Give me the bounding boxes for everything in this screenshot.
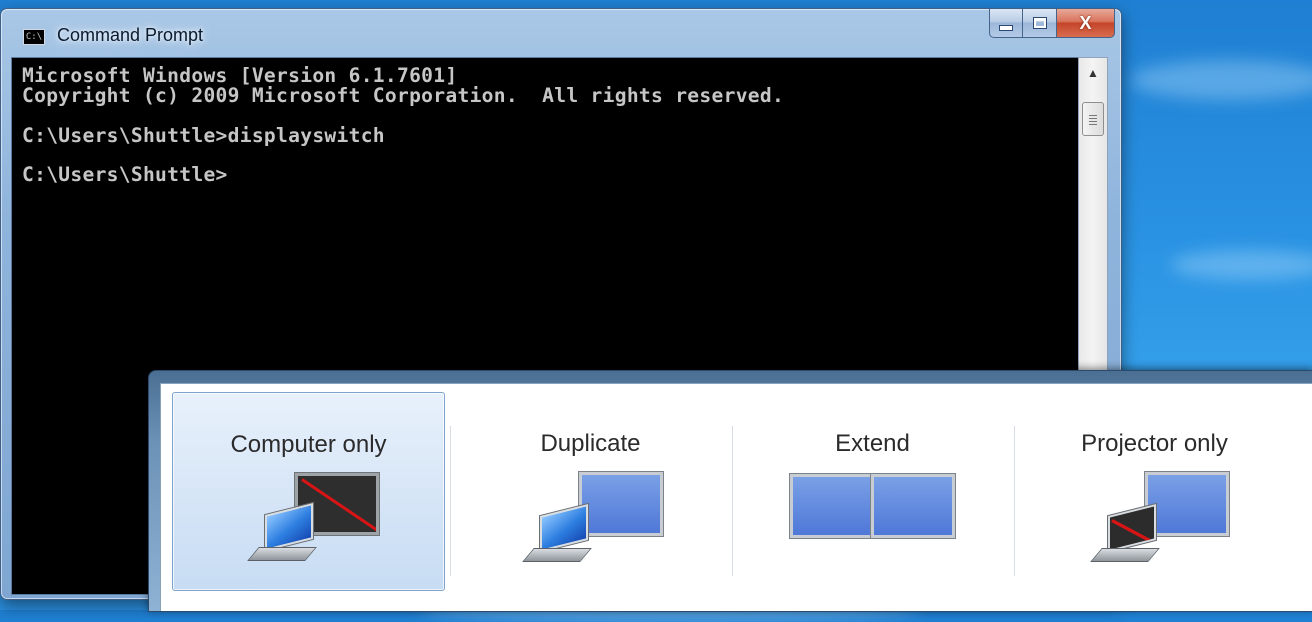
laptop-base: [1090, 548, 1160, 562]
option-projector-only[interactable]: Projector only: [1018, 392, 1291, 591]
monitor-left-icon: [789, 473, 875, 539]
maximize-icon: [1032, 17, 1047, 29]
console-prompt-line: C:\Users\Shuttle>: [22, 163, 228, 186]
option-label: Projector only: [1081, 430, 1228, 457]
external-monitor-icon: [578, 471, 664, 537]
desktop-light-streak: [1130, 60, 1312, 100]
desktop-light-streak: [1170, 250, 1312, 280]
minimize-button[interactable]: [989, 9, 1023, 38]
scroll-thumb[interactable]: [1082, 102, 1104, 136]
external-monitor-icon: [1144, 471, 1230, 537]
separator: [732, 426, 733, 576]
option-extend[interactable]: Extend: [736, 392, 1009, 591]
console-line: Microsoft Windows [Version 6.1.7601]: [22, 64, 458, 87]
display-switch-panel: Computer only Duplicate Extend Projector…: [160, 383, 1312, 611]
console-app-icon[interactable]: C:\: [23, 29, 45, 45]
separator: [1014, 426, 1015, 576]
window-title: Command Prompt: [57, 25, 204, 45]
option-label: Duplicate: [540, 430, 641, 457]
separator: [450, 426, 451, 576]
laptop-icon: [264, 501, 314, 553]
title-bar[interactable]: C:\ Command Prompt X: [1, 9, 1121, 55]
minimize-icon: [999, 25, 1013, 31]
caption-buttons: X: [989, 9, 1115, 39]
close-button[interactable]: X: [1057, 9, 1115, 38]
display-switch-flyout: Computer only Duplicate Extend Projector…: [148, 370, 1312, 612]
close-icon: X: [1079, 12, 1092, 33]
laptop-base: [522, 548, 592, 562]
laptop-off-icon: [1107, 502, 1157, 554]
option-label: Computer only: [230, 431, 387, 458]
option-duplicate[interactable]: Duplicate: [454, 392, 727, 591]
maximize-button[interactable]: [1023, 9, 1057, 38]
laptop-icon: [539, 502, 589, 554]
monitor-right-icon: [870, 473, 956, 539]
option-label: Extend: [835, 430, 910, 457]
laptop-base: [247, 547, 317, 561]
console-line: Copyright (c) 2009 Microsoft Corporation…: [22, 84, 785, 107]
scroll-up-arrow-icon[interactable]: ▲: [1081, 60, 1105, 86]
option-computer-only[interactable]: Computer only: [172, 392, 445, 591]
console-line: C:\Users\Shuttle>displayswitch: [22, 124, 385, 147]
